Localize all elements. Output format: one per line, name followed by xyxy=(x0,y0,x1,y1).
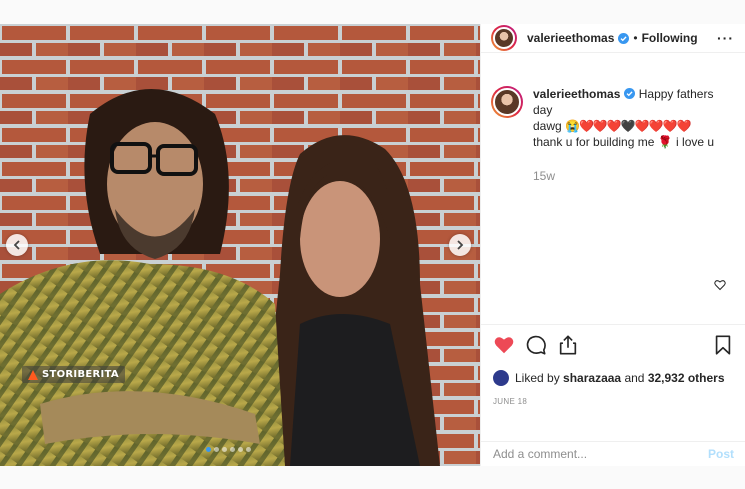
chevron-left-icon xyxy=(13,240,20,250)
post-media[interactable]: STORIBERITA xyxy=(0,24,480,466)
carousel-indicator xyxy=(206,447,251,452)
action-bar xyxy=(481,325,745,365)
heart-filled-icon[interactable] xyxy=(493,334,515,356)
rose-emoji: 🌹 xyxy=(657,135,673,149)
post-comment-button[interactable]: Post xyxy=(708,447,734,461)
carousel-dot xyxy=(206,447,211,452)
caption-end: i love u xyxy=(676,135,715,149)
following-button[interactable]: Following xyxy=(642,31,698,45)
caption-username[interactable]: valerieethomas xyxy=(533,87,620,101)
comment-icon[interactable] xyxy=(525,334,547,356)
actions-section: Liked by sharazaaa and 32,932 others JUN… xyxy=(481,324,745,406)
likes-prefix: Liked by xyxy=(515,371,560,385)
post-time-ago[interactable]: 15w xyxy=(533,168,733,184)
likes-others-link[interactable]: 32,932 others xyxy=(648,371,725,385)
bookmark-icon[interactable] xyxy=(712,334,734,356)
carousel-dot xyxy=(238,447,243,452)
carousel-dot xyxy=(214,447,219,452)
post-date[interactable]: JUNE 18 xyxy=(481,391,745,406)
instagram-post: STORIBERITA valerieethomas • Following ·… xyxy=(0,24,745,466)
chevron-right-icon xyxy=(457,240,464,250)
caption-author-avatar[interactable] xyxy=(491,86,523,118)
caption-line-3: thank u for building me xyxy=(533,135,655,149)
post-header: valerieethomas • Following ··· xyxy=(481,24,745,53)
next-image-button[interactable] xyxy=(449,234,471,256)
carousel-dot xyxy=(222,447,227,452)
verified-badge-icon xyxy=(624,88,636,99)
liker-avatar[interactable] xyxy=(493,370,509,386)
post-side-panel: valerieethomas • Following ··· valerieet… xyxy=(480,24,745,466)
caption-word-dawg: dawg xyxy=(533,119,562,133)
comment-like-heart-icon[interactable] xyxy=(714,279,726,291)
watermark-badge: STORIBERITA xyxy=(22,366,125,383)
more-options-button[interactable]: ··· xyxy=(717,30,734,46)
carousel-dot xyxy=(246,447,251,452)
author-username[interactable]: valerieethomas xyxy=(527,31,614,45)
likes-and: and xyxy=(624,371,645,385)
header-separator: • xyxy=(633,31,638,45)
caption-emoji-hearts: 😭❤️❤️❤️🖤❤️❤️❤️❤️ xyxy=(565,119,691,133)
previous-image-button[interactable] xyxy=(6,234,28,256)
share-icon[interactable] xyxy=(557,334,579,356)
comment-form: Post xyxy=(481,441,745,466)
caption-text: valerieethomas Happy fathers day dawg 😭❤… xyxy=(533,86,733,184)
post-photo xyxy=(0,24,480,466)
comment-input[interactable] xyxy=(493,447,708,461)
watermark-text: STORIBERITA xyxy=(42,369,119,380)
carousel-dot xyxy=(230,447,235,452)
likes-summary: Liked by sharazaaa and 32,932 others xyxy=(481,365,745,391)
caption-block: valerieethomas Happy fathers day dawg 😭❤… xyxy=(481,86,745,184)
watermark-logo-icon xyxy=(28,369,38,380)
author-avatar[interactable] xyxy=(491,25,517,51)
liker-username[interactable]: sharazaaa xyxy=(563,371,621,385)
verified-badge-icon xyxy=(618,32,630,44)
